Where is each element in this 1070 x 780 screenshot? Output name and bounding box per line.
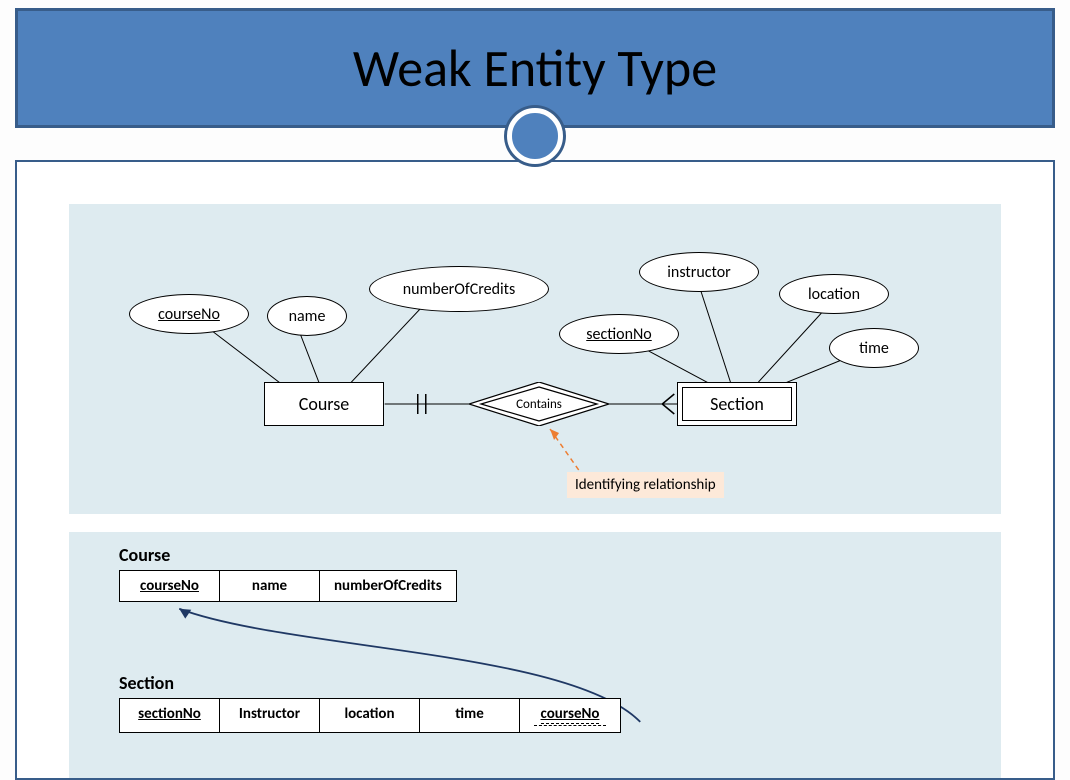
relational-schema-panel: Course courseNo name numberOfCredits Sec… [69,532,1001,778]
fk-arrow [69,532,1001,778]
decor-circle [507,108,563,164]
relationship-label: Contains [516,397,562,412]
attr-time: time [829,328,919,368]
attr-label: instructor [667,263,730,282]
page-title: Weak Entity Type [353,36,717,100]
schema-course-row: courseNo name numberOfCredits [119,570,457,602]
col-sectionNo: sectionNo [120,699,220,732]
attr-numberOfCredits: numberOfCredits [369,266,549,312]
entity-course: Course [264,382,384,426]
attr-label: courseNo [158,305,220,324]
entity-section-weak: Section [677,382,797,426]
relationship-contains: Contains [469,382,609,426]
annotation-identifying-relationship: Identifying relationship [567,472,724,498]
er-diagram-panel: courseNo name numberOfCredits sectionNo … [69,204,1001,514]
attr-courseNo: courseNo [129,294,249,334]
col-name: name [220,571,320,601]
schema-section-title: Section [119,672,174,694]
schema-section-row: sectionNo Instructor location time cours… [119,698,621,733]
attr-name: name [267,296,347,336]
attr-label: time [859,339,889,358]
col-numberOfCredits: numberOfCredits [320,571,456,601]
attr-label: numberOfCredits [403,280,516,299]
attr-location: location [779,274,889,314]
annotation-label: Identifying relationship [575,476,716,494]
col-time: time [420,699,520,732]
col-fk-courseNo: courseNo [520,699,620,732]
schema-course-title: Course [119,544,170,566]
col-instructor: Instructor [220,699,320,732]
attr-label: name [289,307,326,326]
attr-label: sectionNo [586,325,652,344]
attr-sectionNo: sectionNo [559,314,679,354]
col-courseNo: courseNo [120,571,220,601]
entity-label: Section [710,393,764,415]
content-frame: courseNo name numberOfCredits sectionNo … [15,160,1055,780]
attr-instructor: instructor [639,252,759,292]
entity-label: Course [299,393,350,415]
attr-label: location [808,285,860,304]
col-location: location [320,699,420,732]
